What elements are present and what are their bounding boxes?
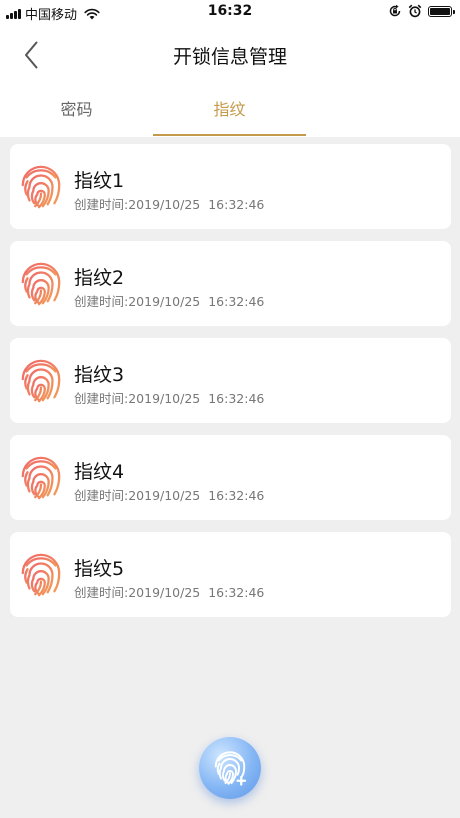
created-time: 创建时间:2019/10/25 16:32:46 xyxy=(74,391,265,406)
list-item[interactable]: 指纹2 创建时间:2019/10/25 16:32:46 xyxy=(10,241,451,326)
fingerprint-add-icon xyxy=(214,751,247,786)
list-item[interactable]: 指纹1 创建时间:2019/10/25 16:32:46 xyxy=(10,144,451,229)
created-time: 创建时间:2019/10/25 16:32:46 xyxy=(74,488,265,503)
fingerprint-name: 指纹2 xyxy=(74,267,125,289)
fingerprint-name: 指纹1 xyxy=(74,170,125,192)
fingerprint-list: 指纹1 创建时间:2019/10/25 16:32:46 指纹2 创建时间:20… xyxy=(10,144,451,629)
fingerprint-name: 指纹5 xyxy=(74,558,125,580)
tab-bar: 密码 指纹 xyxy=(0,86,460,137)
list-item[interactable]: 指纹5 创建时间:2019/10/25 16:32:46 xyxy=(10,532,451,617)
rotation-lock-icon xyxy=(389,4,401,17)
active-tab-indicator xyxy=(153,134,306,136)
tab-fingerprint[interactable]: 指纹 xyxy=(153,86,306,135)
fingerprint-icon xyxy=(21,553,61,597)
fingerprint-icon xyxy=(21,359,61,403)
tab-password[interactable]: 密码 xyxy=(0,86,153,135)
battery-icon xyxy=(428,5,455,17)
created-time: 创建时间:2019/10/25 16:32:46 xyxy=(74,294,265,309)
created-time: 创建时间:2019/10/25 16:32:46 xyxy=(74,585,265,600)
fingerprint-icon xyxy=(21,262,61,306)
navigation-bar: 开锁信息管理 xyxy=(0,28,460,80)
list-item[interactable]: 指纹3 创建时间:2019/10/25 16:32:46 xyxy=(10,338,451,423)
page-title: 开锁信息管理 xyxy=(172,46,287,68)
fingerprint-icon xyxy=(21,165,61,209)
list-item[interactable]: 指纹4 创建时间:2019/10/25 16:32:46 xyxy=(10,435,451,520)
add-fingerprint-button[interactable] xyxy=(199,737,261,799)
fingerprint-name: 指纹3 xyxy=(74,364,125,386)
alarm-icon xyxy=(408,4,422,18)
created-time: 创建时间:2019/10/25 16:32:46 xyxy=(74,197,265,212)
fingerprint-name: 指纹4 xyxy=(74,461,125,483)
fingerprint-icon xyxy=(21,456,61,500)
status-bar: 中国移动 16:32 xyxy=(0,0,460,24)
header-area: 中国移动 16:32 开锁信息管理 密码 指纹 xyxy=(0,0,460,137)
